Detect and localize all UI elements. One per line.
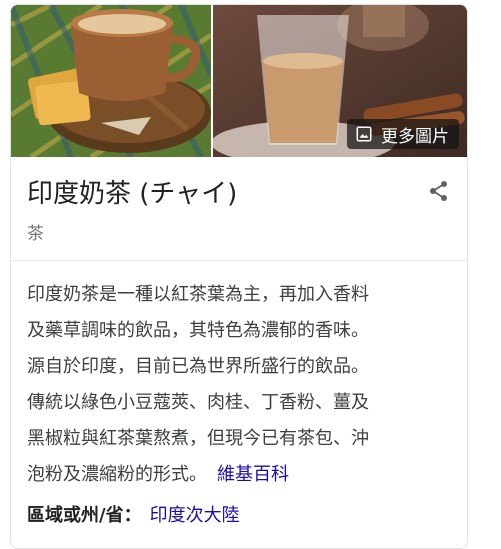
fact-region: 區域或州/省： 印度次大陸 <box>27 501 240 527</box>
image-icon <box>355 125 373 143</box>
description-line: 印度奶茶是一種以紅茶葉為主，再加入香料 <box>27 284 369 305</box>
divider <box>11 260 467 261</box>
more-images-label: 更多圖片 <box>381 126 449 147</box>
description-last-line: 泡粉及濃縮粉的形式。 維基百科 <box>27 457 455 493</box>
description-line: 源自於印度，目前已為世界所盛行的飲品。 <box>27 356 369 377</box>
share-button[interactable] <box>427 179 451 203</box>
chai-cup-image[interactable] <box>11 5 211 157</box>
wikipedia-source-link[interactable]: 維基百科 <box>217 464 289 485</box>
description-line: 及藥草調味的飲品，其特色為濃郁的香味。 <box>27 320 369 341</box>
entity-title: 印度奶茶 (チャイ) <box>27 179 238 209</box>
description-line: 泡粉及濃縮粉的形式。 <box>27 464 207 485</box>
description: 印度奶茶是一種以紅茶葉為主，再加入香料 及藥草調味的飲品，其特色為濃郁的香味。 … <box>27 277 455 493</box>
image-strip: 更多圖片 <box>11 5 467 157</box>
fact-region-link[interactable]: 印度次大陸 <box>150 505 240 526</box>
more-images-button[interactable]: 更多圖片 <box>347 119 459 149</box>
description-line: 傳統以綠色小豆蔻莢、肉桂、丁香粉、薑及 <box>27 392 369 413</box>
fact-region-label: 區域或州/省： <box>27 505 142 526</box>
chai-glass-image[interactable]: 更多圖片 <box>213 5 467 157</box>
share-icon <box>427 181 451 207</box>
knowledge-panel: 更多圖片 印度奶茶 (チャイ) 茶 印度奶茶是一種以紅茶葉為主，再加入香料 及藥… <box>10 4 468 549</box>
entity-header: 印度奶茶 (チャイ) 茶 <box>27 165 451 251</box>
description-line: 黑椒粒與紅茶葉熬煮，但現今已有茶包、沖 <box>27 428 369 449</box>
entity-subtitle: 茶 <box>27 224 44 244</box>
